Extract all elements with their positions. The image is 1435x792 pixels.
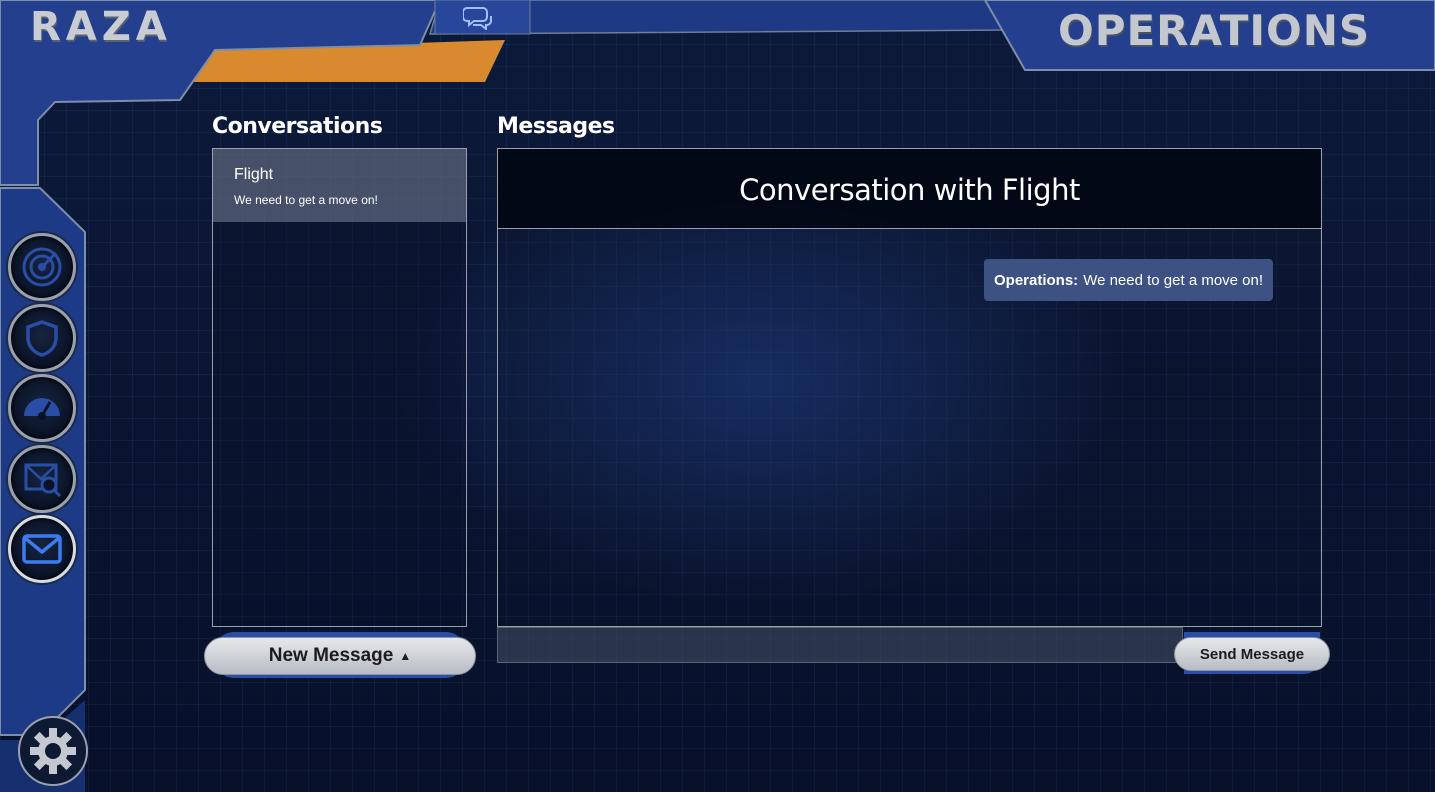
nav-gauge-button[interactable] bbox=[8, 374, 76, 442]
send-message-button[interactable]: Send Message bbox=[1174, 637, 1330, 671]
brand-logo: RAZA bbox=[30, 4, 172, 50]
conversation-list: Flight We need to get a move on! bbox=[212, 148, 467, 627]
messages-heading: Messages bbox=[497, 114, 615, 139]
section-title: OPERATIONS bbox=[1058, 6, 1371, 55]
conversation-item-flight[interactable]: Flight We need to get a move on! bbox=[213, 149, 466, 222]
conversation-preview: We need to get a move on! bbox=[234, 193, 378, 207]
message-header: Conversation with Flight bbox=[498, 149, 1321, 229]
message-bubble: Operations: We need to get a move on! bbox=[984, 259, 1274, 301]
new-message-wrap: New Message ▲ bbox=[204, 632, 476, 678]
inspect-icon bbox=[24, 463, 62, 498]
new-message-button[interactable]: New Message ▲ bbox=[204, 637, 476, 675]
gauge-icon bbox=[24, 398, 60, 420]
message-panel: Conversation with Flight Operations: We … bbox=[497, 148, 1322, 627]
nav-mail-button[interactable] bbox=[8, 515, 76, 583]
message-sender: Operations: bbox=[994, 271, 1079, 289]
shield-icon bbox=[26, 320, 58, 357]
chat-icon[interactable] bbox=[463, 4, 493, 30]
mail-icon bbox=[22, 534, 62, 564]
message-input[interactable] bbox=[497, 627, 1183, 663]
nav-inspect-button[interactable] bbox=[8, 445, 76, 513]
gear-icon bbox=[30, 728, 76, 774]
conversation-name: Flight bbox=[234, 166, 274, 183]
settings-button[interactable] bbox=[18, 716, 88, 786]
nav-shield-button[interactable] bbox=[8, 304, 76, 372]
new-message-label: New Message bbox=[268, 645, 394, 666]
nav-radar-button[interactable] bbox=[8, 233, 76, 301]
message-text: We need to get a move on! bbox=[1083, 271, 1264, 289]
send-message-label: Send Message bbox=[1199, 645, 1305, 663]
caret-up-icon: ▲ bbox=[399, 649, 412, 663]
radar-icon bbox=[22, 247, 62, 287]
conversation-title: Conversation with Flight bbox=[739, 173, 1080, 207]
conversations-heading: Conversations bbox=[212, 114, 383, 139]
